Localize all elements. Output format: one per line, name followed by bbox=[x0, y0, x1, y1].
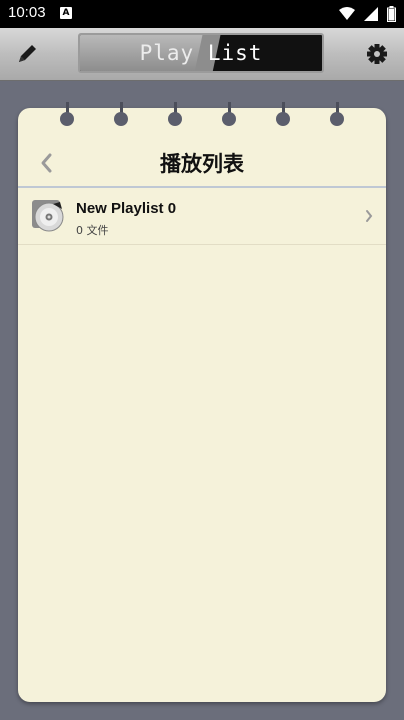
battery-icon bbox=[387, 5, 396, 26]
spiral-ring bbox=[222, 102, 236, 132]
app-notification-icon: A bbox=[60, 7, 72, 19]
wifi-icon bbox=[338, 6, 355, 25]
gear-icon[interactable] bbox=[364, 41, 390, 67]
playlist-name: New Playlist 0 bbox=[76, 200, 177, 217]
spiral-ring bbox=[60, 102, 74, 132]
spiral-ring bbox=[276, 102, 290, 132]
file-count-unit: 文件 bbox=[86, 224, 109, 237]
status-time: 10:03 bbox=[8, 4, 46, 21]
playlist-file-count: 0 文件 bbox=[76, 222, 109, 238]
page-title: 播放列表 bbox=[160, 152, 244, 176]
top-toolbar: Play List bbox=[0, 28, 404, 81]
chevron-right-icon bbox=[364, 208, 374, 222]
playlist-title-display: Play List bbox=[78, 33, 324, 73]
notebook-header: 播放列表 bbox=[18, 142, 386, 188]
file-count-number: 0 bbox=[76, 224, 83, 237]
pencil-icon[interactable] bbox=[14, 41, 40, 67]
title-part-list: List bbox=[207, 41, 263, 65]
title-part-play: Play bbox=[139, 41, 195, 65]
spiral-ring bbox=[168, 102, 182, 132]
playlist-notebook: 播放列表 New Playlist 0 0 文件 bbox=[18, 102, 386, 702]
spiral-ring bbox=[114, 102, 128, 132]
spiral-ring bbox=[330, 102, 344, 132]
system-icons bbox=[335, 5, 396, 23]
signal-icon bbox=[363, 6, 378, 25]
playlist-row[interactable]: New Playlist 0 0 文件 bbox=[18, 188, 386, 245]
cd-disc-icon bbox=[30, 198, 64, 232]
status-bar: 10:03 A bbox=[0, 0, 404, 28]
